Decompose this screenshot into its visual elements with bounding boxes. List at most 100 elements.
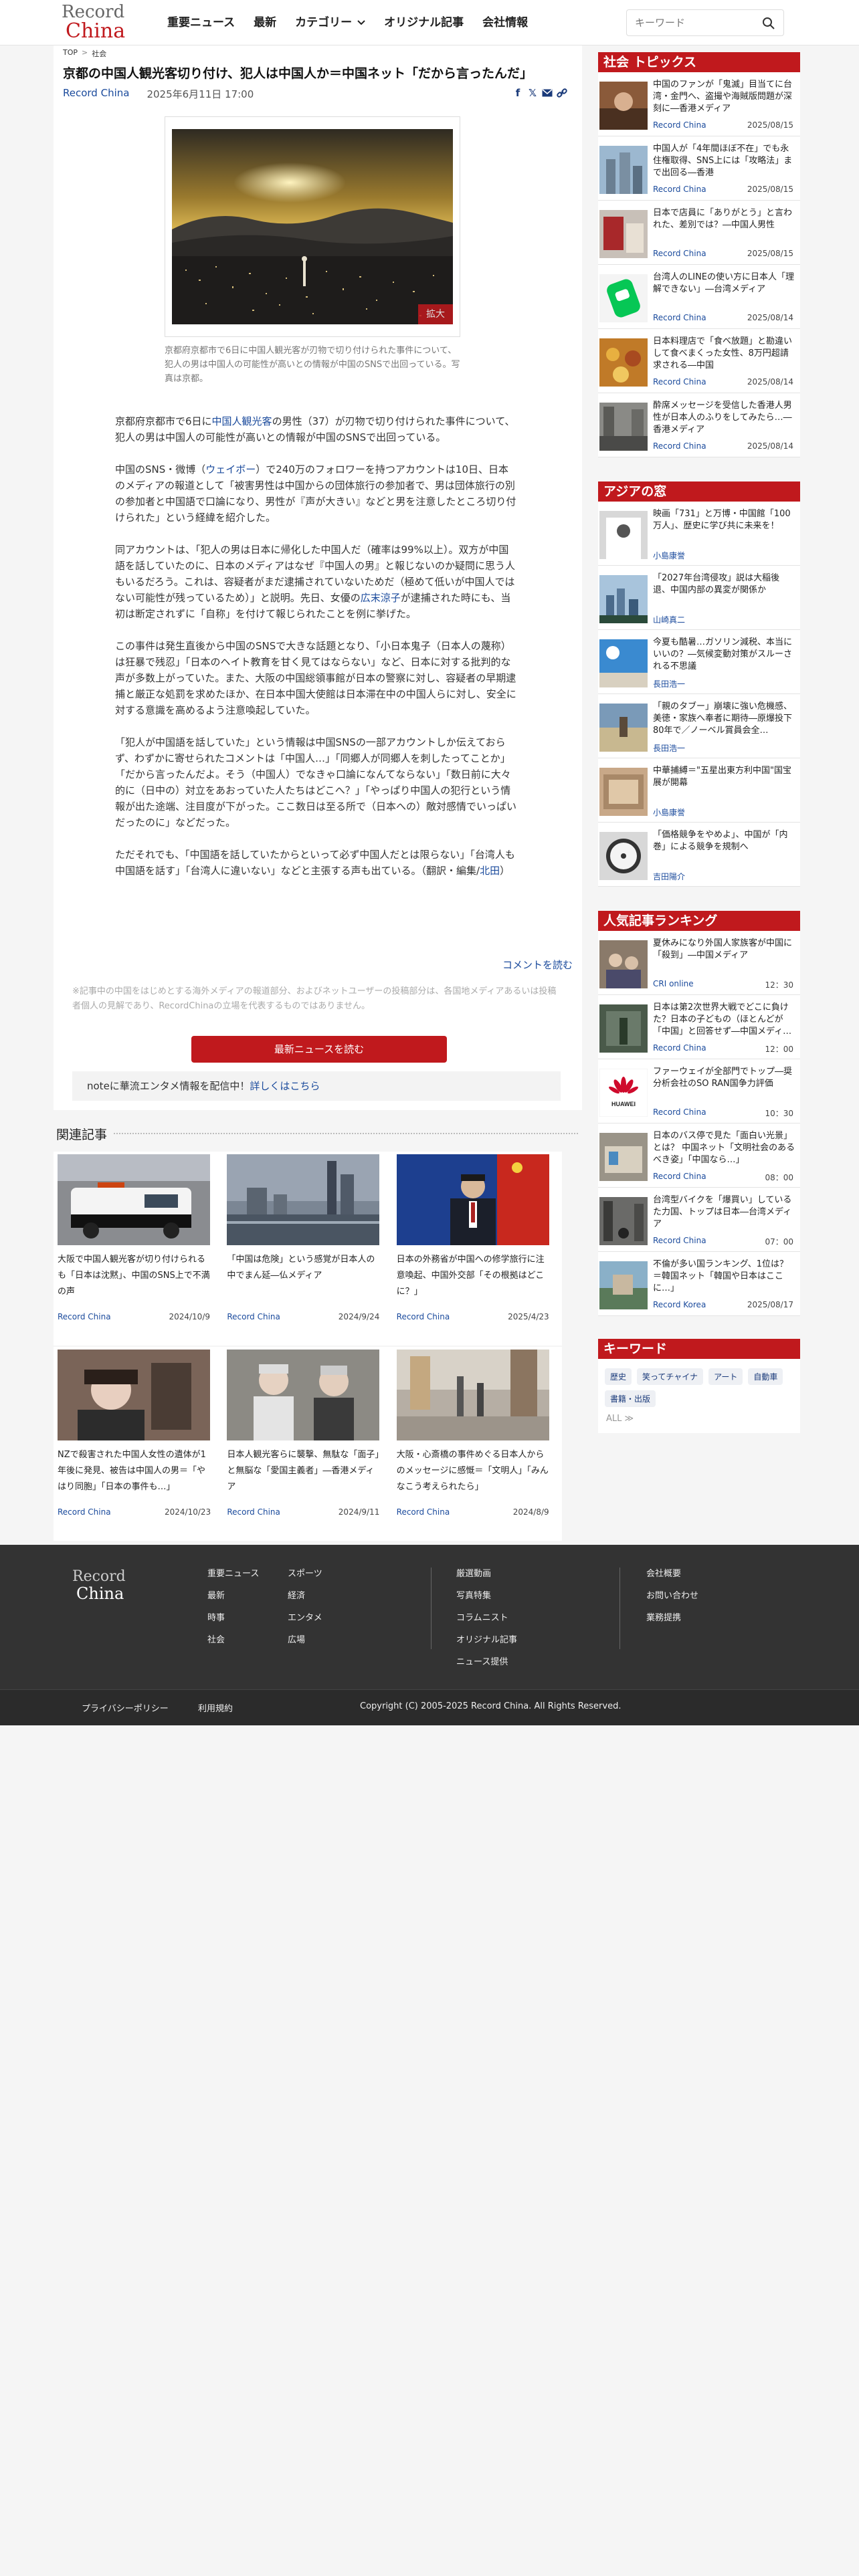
footer-link[interactable]: 重要ニュース: [207, 1569, 259, 1579]
breadcrumb-top[interactable]: TOP: [63, 48, 78, 59]
sidebar-topic-item[interactable]: 中国のファンが「鬼滅」目当てに台湾・金門へ、盗撮や海賊版問題が深刻に―香港メディ…: [598, 72, 800, 136]
sidebar-asia-item[interactable]: 「親のタブー」崩壊に強い危機感、美徳・家族へ奉者に期待―原爆投下80年で／ノーベ…: [598, 694, 800, 758]
footer-link[interactable]: 業務提携: [646, 1613, 681, 1623]
sidebar-asia-item[interactable]: 中華捕縛＝"五星出東方利中国"国宝展が開幕 小島康誉: [598, 758, 800, 823]
keyword-tag[interactable]: 書籍・出版: [605, 1390, 656, 1407]
keyword-link-hirosue[interactable]: 広末涼子: [361, 592, 401, 604]
terms-link[interactable]: 利用規約: [198, 1704, 233, 1714]
footer-logo-record: Record: [72, 1568, 126, 1585]
editor-link[interactable]: 北田: [480, 865, 500, 877]
footer-link[interactable]: エンタメ: [288, 1613, 322, 1623]
keyword-link-chinese-tourist[interactable]: 中国人観光客: [212, 415, 272, 427]
related-source: Record China: [396, 1507, 450, 1517]
sidebar-topic-item[interactable]: 中国人が「4年間ほぼ不在」でも永住権取得、SNS上には「攻略法」まで出回る―香港…: [598, 136, 800, 201]
keywords-all-link[interactable]: ALL ≫: [598, 1414, 800, 1433]
footer-link[interactable]: 最新: [207, 1591, 225, 1601]
related-card[interactable]: 大阪で中国人観光客が切り付けられるも「日本は沈黙」、中国のSNS上で不満の声 R…: [54, 1152, 223, 1346]
ranking-item[interactable]: 台湾型バイクを「爆買い」しているた力国、トップは日本―台湾メディア Record…: [598, 1188, 800, 1252]
keyword-tag[interactable]: アート: [708, 1368, 743, 1385]
sidebar-topic-item[interactable]: 酔席メッセージを受信した香港人男性が日本人のふりをしてみたら…―香港メディア R…: [598, 393, 800, 457]
topic-source: Record China: [653, 185, 706, 194]
footer-link[interactable]: 会社概要: [646, 1569, 681, 1579]
keyword-tag[interactable]: 歴史: [605, 1368, 632, 1385]
topic-source: Record China: [653, 120, 706, 130]
topic-date: 2025/08/15: [747, 185, 793, 194]
ranking-item[interactable]: 夏休みになり外国人家族客が中国に「殺到」―中国メディア CRI online 1…: [598, 931, 800, 995]
footer-link[interactable]: ニュース提供: [456, 1657, 508, 1667]
keyword-link-weibo[interactable]: ウェイボー: [205, 463, 256, 475]
search-input[interactable]: [635, 15, 755, 30]
topic-title: 台湾人のLINEの使い方に日本人「理解できない」―台湾メディア: [653, 272, 795, 294]
keyword-tag[interactable]: 自動車: [748, 1368, 783, 1385]
topic-date: 2025/08/14: [747, 441, 793, 451]
ranking-item[interactable]: 日本は第2次世界大戦でどこに負けた？日本の子どもの（ほとんどが「中国」と回答せず…: [598, 995, 800, 1059]
related-card[interactable]: 日本の外務省が中国への修学旅行に注意喚起、中国外交部「その根拠はどこに？」 Re…: [393, 1152, 562, 1346]
related-card[interactable]: 大阪・心斎橋の事件めぐる日本人からのメッセージに感慨＝「文明人」「みんなこう考え…: [393, 1347, 562, 1541]
sidebar-heading: 社会 トピックス: [598, 52, 800, 72]
site-logo[interactable]: Record China: [62, 3, 136, 41]
asia-author: 長田浩一: [653, 679, 686, 689]
footer-logo[interactable]: Record China: [72, 1569, 139, 1606]
link-icon[interactable]: [557, 87, 567, 99]
article-datetime: 2025年6月11日 17:00: [147, 88, 254, 100]
footer-link[interactable]: 社会: [207, 1635, 225, 1645]
footer-link[interactable]: オリジナル記事: [456, 1635, 517, 1645]
footer-link[interactable]: 写真特集: [456, 1591, 491, 1601]
sidebar-asia-item[interactable]: 「2027年台湾侵攻」説は大稲後退、中国内部の異変が関係か 山崎真二: [598, 566, 800, 630]
asia-author: 吉田陽介: [653, 872, 686, 881]
related-card[interactable]: 日本人観光客らに襲撃、無駄な「面子」と無脳な「愛国主義者」―香港メディア Rec…: [223, 1347, 392, 1541]
topic-thumbnail: [599, 403, 648, 451]
related-card[interactable]: 「中国は危険」という感覚が日本人の中でまん延―仏メディア Record Chin…: [223, 1152, 392, 1346]
paragraph-text: ただそれでも、「中国語を話していたからといって必ず中国人だとは限らない」「台湾人…: [115, 849, 515, 877]
hero-image[interactable]: 拡大: [172, 129, 453, 324]
facebook-icon[interactable]: f: [512, 87, 523, 99]
sidebar-asia-item[interactable]: 「価格競争をやめよ」、中国が「内巻」による競争を規制へ 吉田陽介: [598, 823, 800, 887]
nav-original[interactable]: オリジナル記事: [375, 13, 473, 32]
divider: [114, 1133, 578, 1134]
x-icon[interactable]: 𝕏: [527, 87, 538, 99]
sidebar-topic-item[interactable]: 日本料理店で「食べ放題」と勘違いして食べまくった女性、8万円超請求される―中国 …: [598, 329, 800, 393]
mail-icon[interactable]: [542, 87, 553, 99]
related-source: Record China: [58, 1507, 111, 1517]
related-title: 大阪・心斎橋の事件めぐる日本人からのメッセージに感慨＝「文明人」「みんなこう考え…: [396, 1450, 549, 1492]
chevron-down-icon: [357, 20, 365, 25]
article-source[interactable]: Record China: [63, 87, 129, 101]
sidebar-topic-item[interactable]: 日本で店員に「ありがとう」と言われた、差別では？―中国人男性 Record Ch…: [598, 201, 800, 265]
footer-link[interactable]: 厳選動画: [456, 1569, 491, 1579]
footer-link[interactable]: 時事: [207, 1613, 225, 1623]
ranking-item[interactable]: HUAWEI ファーウェイが全部門でトップ―奨分析会社のSO RAN国争力評価 …: [598, 1059, 800, 1123]
related-card[interactable]: NZで殺害された中国人女性の遺体が1年後に発見、被告は中国人の男＝「やはり同胞」…: [54, 1347, 223, 1541]
copyright: Copyright (C) 2005-2025 Record China. Al…: [360, 1701, 622, 1711]
search-icon[interactable]: [762, 17, 775, 30]
footer-link[interactable]: 経済: [288, 1591, 305, 1601]
page-blank-area: [0, 1725, 859, 2576]
sidebar-topic-item[interactable]: 台湾人のLINEの使い方に日本人「理解できない」―台湾メディア Record C…: [598, 265, 800, 329]
article-column: TOP > 社会 京都の中国人観光客切り付け、犯人は中国人か＝中国ネット「だから…: [54, 45, 582, 1110]
topic-thumbnail: [599, 338, 648, 387]
disclaimer: ※記事中の中国をはじめとする海外メディアの報道部分、およびネットユーザーの投稿部…: [72, 986, 557, 1011]
ranking-source: Record Korea: [653, 1300, 706, 1309]
huawei-logo: HUAWEI: [599, 1069, 648, 1117]
footer-divider: [431, 1568, 432, 1649]
ranking-item[interactable]: 不倫が多い国ランキング、1位は？＝韓国ネット「韓国や日本はここに…」 Recor…: [598, 1252, 800, 1316]
sidebar-asia-item[interactable]: 映画「731」と万博・中国館「100万人」、歴史に学び共に未来を！ 小島康誉: [598, 502, 800, 566]
keyword-tag[interactable]: 笑ってチャイナ: [637, 1368, 704, 1385]
nav-important-news[interactable]: 重要ニュース: [158, 13, 244, 32]
latest-news-button[interactable]: 最新ニュースを読む: [191, 1036, 447, 1063]
footer-link[interactable]: スポーツ: [288, 1569, 322, 1579]
nav-company[interactable]: 会社情報: [473, 13, 537, 32]
related-thumbnail: [227, 1154, 380, 1245]
footer-link[interactable]: お問い合わせ: [646, 1591, 698, 1601]
read-comments-link[interactable]: コメントを読む: [502, 958, 573, 972]
footer-link[interactable]: 広場: [288, 1635, 305, 1645]
footer-link[interactable]: コラムニスト: [456, 1613, 508, 1623]
note-details-link[interactable]: 詳しくはこちら: [250, 1080, 320, 1092]
zoom-button[interactable]: 拡大: [418, 304, 453, 324]
asia-author: 小島康誉: [653, 808, 686, 817]
ranking-item[interactable]: 日本のバス停で見た「面白い光景」とは？ 中国ネット「文明社会のあるべき姿」「中国…: [598, 1123, 800, 1188]
nav-category[interactable]: カテゴリー: [286, 13, 375, 32]
nav-latest[interactable]: 最新: [244, 13, 286, 32]
sidebar-asia-item[interactable]: 今夏も酷暑…ガソリン減税、本当にいいの？―気候変動対策がスルーされる不思議 長田…: [598, 630, 800, 694]
breadcrumb-society[interactable]: 社会: [92, 48, 106, 59]
privacy-policy-link[interactable]: プライバシーポリシー: [82, 1704, 169, 1714]
